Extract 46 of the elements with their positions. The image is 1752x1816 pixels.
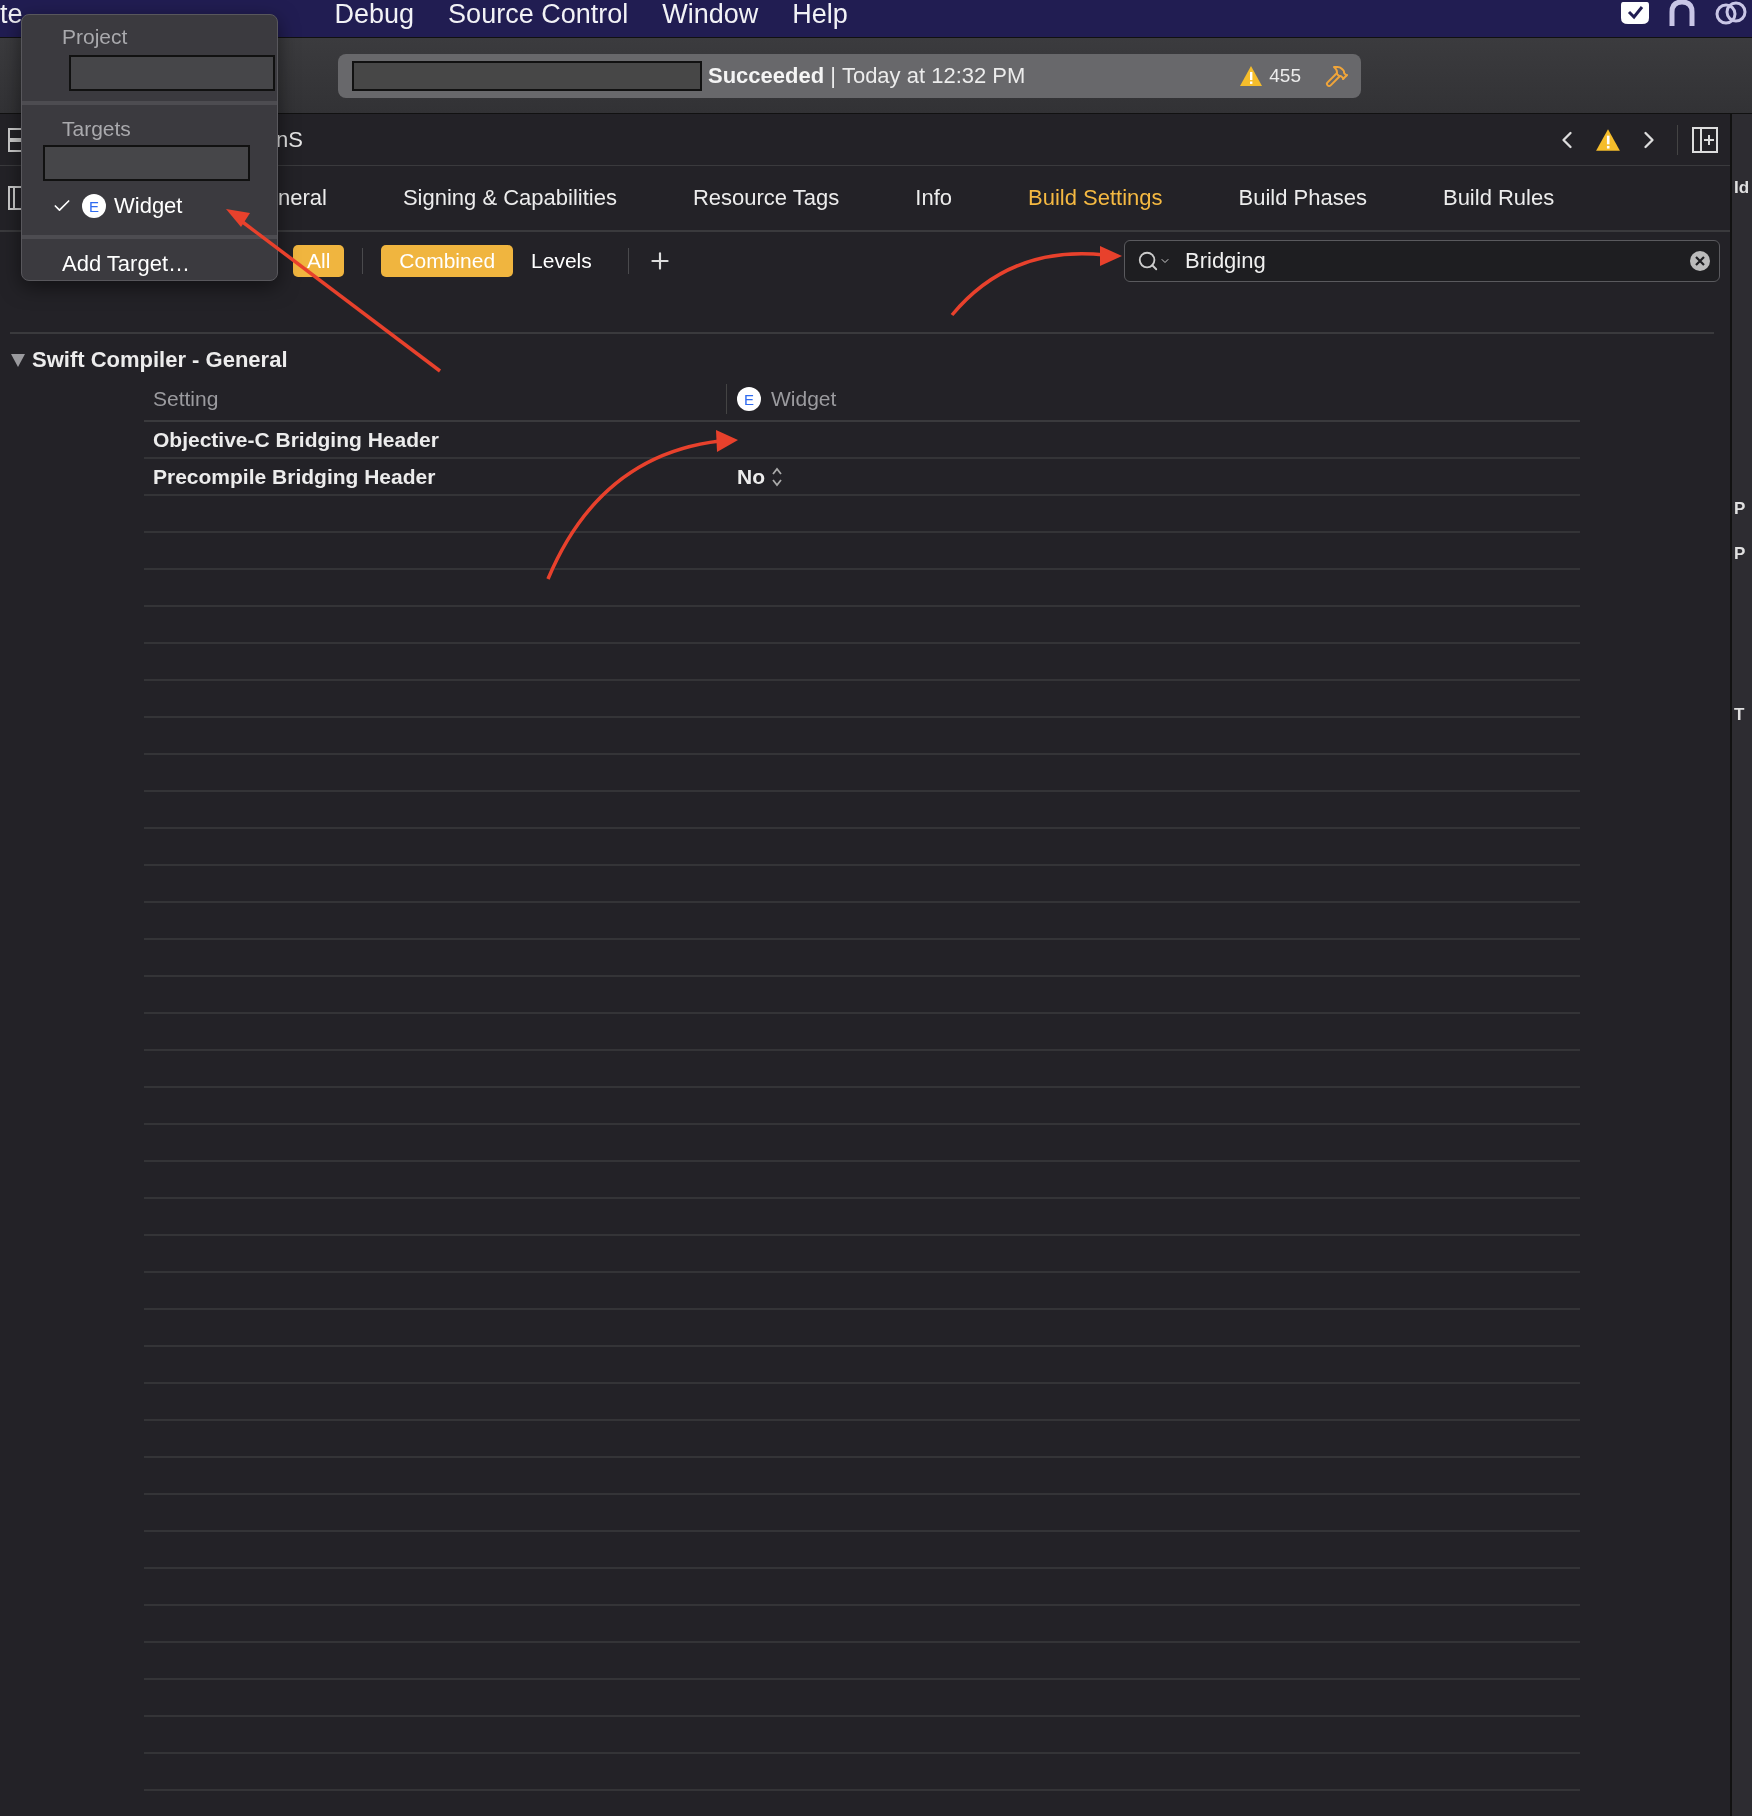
column-header: Setting — [153, 387, 219, 411]
column-header: Widget — [771, 387, 837, 411]
search-text[interactable]: Bridging — [1183, 247, 1689, 275]
menu-item[interactable]: te — [0, 0, 23, 28]
build-status: Succeeded — [708, 62, 825, 89]
cloud-icon[interactable] — [1714, 0, 1748, 26]
setting-name: Precompile Bridging Header — [153, 464, 436, 489]
tab[interactable]: Signing & Capabilities — [402, 185, 617, 211]
menu-item[interactable]: Source Control — [448, 0, 629, 28]
tab[interactable]: Build Phases — [1238, 185, 1367, 211]
hammer-icon — [1325, 63, 1349, 88]
search-icon[interactable] — [1137, 250, 1159, 272]
inspector-heading: T — [1733, 704, 1746, 726]
arch-icon[interactable] — [1668, 0, 1696, 26]
status-separator: | — [830, 62, 836, 89]
section-title: Swift Compiler - General — [32, 347, 288, 373]
search-field[interactable]: Bridging — [1124, 240, 1720, 282]
warning-count[interactable]: 455 — [1269, 64, 1301, 87]
checkmark-icon[interactable] — [1620, 0, 1650, 26]
menu-item[interactable]: Window — [662, 0, 759, 28]
tab[interactable]: Build Rules — [1442, 185, 1555, 211]
tab[interactable]: Info — [915, 185, 952, 211]
inspector-heading: P — [1733, 543, 1747, 565]
grid-icon[interactable] — [8, 126, 24, 153]
inspector-heading: Id — [1733, 177, 1751, 199]
add-target-item[interactable]: Add Target… — [22, 249, 277, 279]
clear-icon[interactable] — [1689, 250, 1711, 272]
extension-icon: E — [737, 387, 761, 411]
inspector-heading: P — [1733, 498, 1747, 520]
tab[interactable]: Build Settings — [1028, 185, 1163, 211]
setting-value[interactable]: No — [737, 464, 765, 489]
popup-heading: Targets — [62, 116, 132, 142]
tab[interactable]: Resource Tags — [692, 185, 840, 211]
disclosure-icon[interactable] — [10, 352, 26, 368]
popup-heading: Project — [62, 24, 129, 50]
menu-item[interactable]: Help — [792, 0, 848, 28]
add-editor-icon[interactable] — [1692, 126, 1718, 153]
breadcrumb[interactable]: nS — [276, 126, 303, 153]
filter-button[interactable]: Levels — [513, 245, 610, 277]
build-time: Today at 12:32 PM — [841, 62, 1026, 89]
menu-item[interactable]: Debug — [334, 0, 415, 28]
setting-name: Objective-C Bridging Header — [153, 427, 439, 452]
tab[interactable]: neral — [278, 185, 327, 211]
target-item[interactable]: E Widget — [22, 187, 277, 225]
extension-icon: E — [82, 194, 106, 218]
stepper-icon[interactable] — [771, 466, 783, 487]
